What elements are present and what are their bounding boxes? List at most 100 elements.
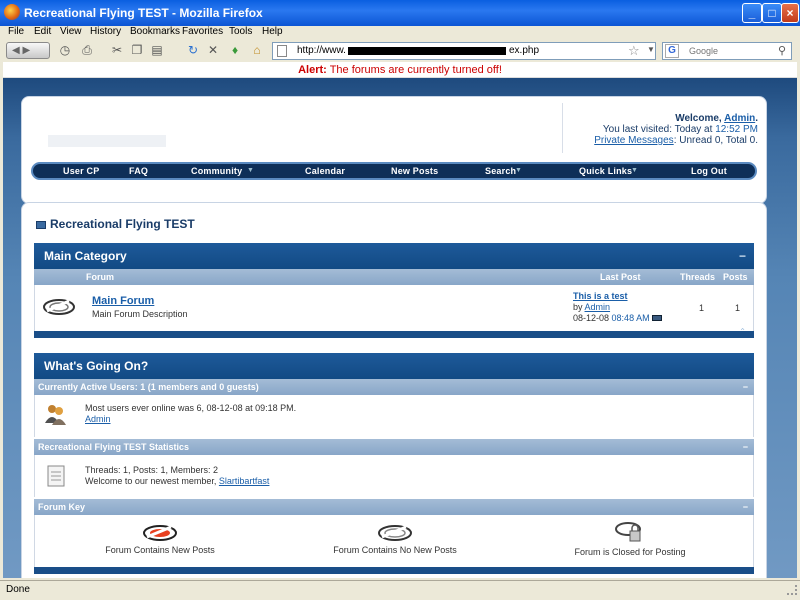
bookmark-star-icon[interactable]: ☆ <box>628 43 640 59</box>
stop-icon[interactable]: ✕ <box>206 43 220 57</box>
active-users-title: Currently Active Users: 1 (1 members and… <box>38 382 259 392</box>
search-engine-icon[interactable]: G <box>665 44 679 58</box>
search-icon[interactable]: ⚲ <box>778 44 786 57</box>
community-menu-icon[interactable]: ▼ <box>247 167 254 174</box>
nav-search[interactable]: Search <box>485 166 516 176</box>
pm-counts: : Unread 0, Total 0. <box>673 135 758 146</box>
history-icon[interactable]: ◷ <box>58 43 72 57</box>
key-new-posts-label: Forum Contains New Posts <box>105 545 215 555</box>
collapse-icon[interactable]: − <box>743 379 748 395</box>
collapse-footer-icon[interactable]: ⌃ <box>739 327 746 336</box>
last-post-user-link[interactable]: Admin <box>585 302 611 312</box>
whats-going-on-header: What's Going On? <box>34 353 754 379</box>
extension-icon[interactable]: ♦ <box>228 43 242 57</box>
online-user-link[interactable]: Admin <box>85 414 111 424</box>
menu-favorites[interactable]: Favorites <box>182 26 223 37</box>
navigation-toolbar: ◀ ▶ ◷ ⎙ ✂ ❐ ▤ ↻ ✕ ♦ ⌂ http://www. ex.php… <box>0 40 800 62</box>
active-users-row: Most users ever online was 6, 08-12-08 a… <box>34 395 754 437</box>
search-box[interactable]: G ⚲ <box>662 42 792 60</box>
thread-count: 1 <box>699 303 705 313</box>
forum-row: Main Forum Main Forum Description This i… <box>34 285 754 331</box>
nav-community[interactable]: Community <box>191 166 242 176</box>
menu-tools[interactable]: Tools <box>229 26 252 37</box>
page-title: Recreational Flying TEST <box>36 217 195 231</box>
last-post-info: This is a test by Admin 08-12-08 08:48 A… <box>573 291 663 324</box>
statistics-icon <box>47 465 65 487</box>
most-online-text: Most users ever online was 6, 08-12-08 a… <box>85 403 297 413</box>
dropdown-arrow-icon[interactable]: ▼ <box>644 43 658 57</box>
url-suffix: ex.php <box>509 45 540 56</box>
private-messages-link[interactable]: Private Messages <box>594 135 673 146</box>
category-footer: ⌃ <box>34 327 754 338</box>
resize-grip-icon[interactable] <box>787 585 797 595</box>
copy-icon[interactable]: ❐ <box>130 43 144 57</box>
redaction-block <box>348 47 506 55</box>
category-header[interactable]: Main Category − <box>34 243 754 269</box>
search-input[interactable] <box>689 44 775 58</box>
col-posts: Posts <box>723 272 748 282</box>
forum-key-title: Forum Key <box>38 502 86 512</box>
print-icon[interactable]: ⎙ <box>80 43 94 57</box>
menu-help[interactable]: Help <box>262 26 283 37</box>
go-to-last-post-icon[interactable] <box>652 315 663 321</box>
active-users-header[interactable]: Currently Active Users: 1 (1 members and… <box>34 379 754 395</box>
last-post-date: 08-12-08 <box>573 313 610 323</box>
back-forward-button[interactable]: ◀ ▶ <box>6 42 50 59</box>
quick-links-menu-icon[interactable]: ▼ <box>631 167 638 174</box>
minimize-button[interactable]: _ <box>742 3 762 23</box>
forum-navbar: User CP FAQ Community ▼ Calendar New Pos… <box>31 162 757 180</box>
menu-bookmarks[interactable]: Bookmarks <box>130 26 180 37</box>
cut-icon[interactable]: ✂ <box>110 43 124 57</box>
maximize-button[interactable]: □ <box>762 3 782 23</box>
newest-member-link[interactable]: Slartibartfast <box>219 476 270 486</box>
whats-going-on-footer <box>34 567 754 574</box>
menu-file[interactable]: File <box>8 26 24 37</box>
address-bar[interactable]: http://www. ex.php ☆ <box>272 42 656 60</box>
menu-edit[interactable]: Edit <box>34 26 51 37</box>
whats-going-on-title: What's Going On? <box>44 359 149 373</box>
close-button[interactable]: × <box>781 3 799 23</box>
menu-bar: File Edit View History Bookmarks Favorit… <box>0 26 800 40</box>
key-closed-forum: Forum is Closed for Posting <box>565 519 695 557</box>
nav-faq[interactable]: FAQ <box>129 166 148 176</box>
site-header: Welcome, Admin. You last visited: Today … <box>21 96 767 204</box>
menu-history[interactable]: History <box>90 26 121 37</box>
alert-label: Alert: <box>298 64 327 76</box>
collapse-icon[interactable]: − <box>739 243 746 269</box>
nav-user-cp[interactable]: User CP <box>63 166 99 176</box>
new-posts-icon <box>143 525 177 541</box>
home-icon[interactable]: ⌂ <box>250 43 264 57</box>
status-text: Done <box>6 584 30 595</box>
last-post-by: by <box>573 302 583 312</box>
collapse-icon[interactable]: − <box>743 439 748 455</box>
window-title-bar[interactable]: Recreational Flying TEST - Mozilla Firef… <box>0 0 800 26</box>
last-post-title-link[interactable]: This is a test <box>573 291 628 301</box>
key-no-new-posts-label: Forum Contains No New Posts <box>333 545 457 555</box>
last-post-time: 08:48 AM <box>611 313 650 323</box>
last-visited-time: 12:52 PM <box>715 124 758 135</box>
statistics-row: Threads: 1, Posts: 1, Members: 2 Welcome… <box>34 455 754 497</box>
page-icon <box>277 45 287 57</box>
closed-forum-lock-icon <box>615 522 641 542</box>
forum-title-link[interactable]: Main Forum <box>92 295 154 307</box>
nav-calendar[interactable]: Calendar <box>305 166 345 176</box>
nav-new-posts[interactable]: New Posts <box>391 166 438 176</box>
category-title: Main Category <box>44 249 127 263</box>
status-bar: Done <box>0 580 800 600</box>
alert-bar: Alert: The forums are currently turned o… <box>3 62 797 78</box>
collapse-icon[interactable]: − <box>743 499 748 515</box>
username-link[interactable]: Admin <box>724 113 755 124</box>
paste-icon[interactable]: ▤ <box>150 43 164 57</box>
statistics-header[interactable]: Recreational Flying TEST Statistics − <box>34 439 754 455</box>
menu-view[interactable]: View <box>60 26 82 37</box>
search-menu-icon[interactable]: ▼ <box>515 167 522 174</box>
nav-log-out[interactable]: Log Out <box>691 166 727 176</box>
col-threads: Threads <box>680 272 716 282</box>
col-forum: Forum <box>86 272 114 282</box>
site-logo[interactable] <box>48 135 166 147</box>
nav-quick-links[interactable]: Quick Links <box>579 166 632 176</box>
key-no-new-posts: Forum Contains No New Posts <box>325 523 465 555</box>
forum-key-header[interactable]: Forum Key − <box>34 499 754 515</box>
reload-icon[interactable]: ↻ <box>186 43 200 57</box>
forum-key-row: Forum Contains New Posts Forum Contains … <box>34 515 754 567</box>
